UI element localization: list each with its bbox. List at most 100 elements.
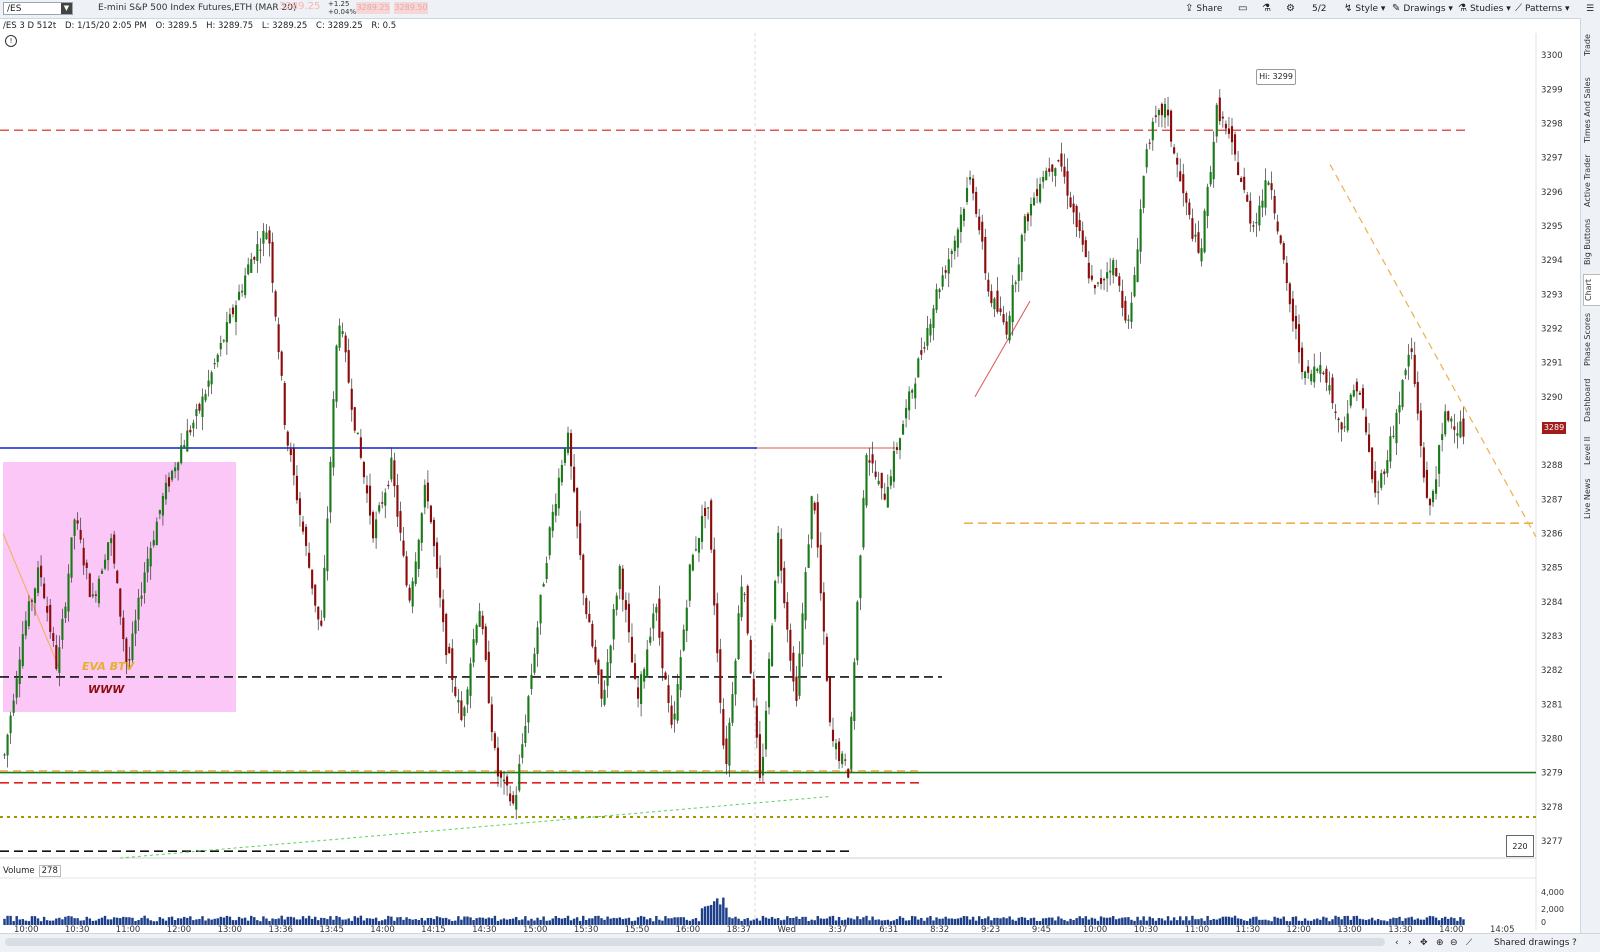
candle-body <box>426 482 429 502</box>
candle-body <box>1322 372 1325 374</box>
price-chart[interactable]: 3300 3299 3298 3297 3296 3295 3294 3293 3292 3291… <box>0 0 1580 933</box>
volume-bar <box>161 918 165 925</box>
volume-bar <box>1102 917 1106 925</box>
candle-body <box>920 350 923 355</box>
volume-bar <box>804 916 807 925</box>
candle-body <box>1188 202 1191 215</box>
volume-bar <box>776 917 780 925</box>
volume-bar <box>429 917 433 925</box>
candle-body <box>167 477 171 487</box>
scroll-right-icon[interactable]: › <box>1408 936 1412 950</box>
scroll-left-icon[interactable]: ‹ <box>1395 936 1399 950</box>
time-axis-label: 16:00 <box>676 925 701 933</box>
volume-bar <box>1108 917 1112 925</box>
volume-bar <box>338 917 341 925</box>
candle-body <box>1340 422 1343 430</box>
candle-body <box>1130 302 1133 322</box>
tab-times-and-sales[interactable]: Times And Sales <box>1583 74 1599 146</box>
price-tick-label: 3287 <box>1541 495 1563 505</box>
candle-body <box>204 393 207 401</box>
candle-body <box>783 567 786 604</box>
volume-bar <box>304 918 308 925</box>
volume-bar <box>615 918 618 925</box>
candle-body <box>774 580 777 620</box>
candle-body <box>247 264 250 275</box>
candle-body <box>938 289 941 293</box>
candle-body <box>213 362 216 365</box>
candle-body <box>18 659 21 684</box>
tab-chart[interactable]: Chart <box>1583 274 1600 306</box>
candle-body <box>490 704 493 733</box>
volume-bar <box>1376 919 1380 925</box>
volume-bar <box>755 918 759 925</box>
pan-icon[interactable]: ✥ <box>1420 936 1428 950</box>
time-axis-label: 11:00 <box>1185 925 1210 933</box>
candle-body <box>1124 300 1127 321</box>
volume-bar <box>639 915 643 925</box>
candle-body <box>518 763 521 791</box>
candle-body <box>752 678 755 701</box>
volume-bar <box>859 919 862 925</box>
candle-body <box>935 289 938 310</box>
volume-bar <box>39 921 43 925</box>
candle-body <box>30 600 34 602</box>
tab-active-trader[interactable]: Active Trader <box>1583 152 1599 210</box>
draw-line-icon[interactable]: ⟋ <box>1466 936 1472 950</box>
volume-bar <box>362 920 366 925</box>
price-tick-label: 3291 <box>1541 359 1563 369</box>
volume-bar <box>1352 916 1356 925</box>
tab-dashboard[interactable]: Dashboard <box>1583 374 1599 426</box>
candle-body <box>1084 240 1087 258</box>
volume-bar <box>131 917 134 925</box>
candle-body <box>1139 209 1142 252</box>
candle-body <box>375 519 378 539</box>
volume-bar <box>207 918 210 925</box>
volume-bar <box>298 919 302 925</box>
zoom-in-icon[interactable]: ⊕ <box>1436 936 1444 950</box>
volume-bar <box>435 916 439 925</box>
candle-body <box>134 620 137 634</box>
candle-body <box>828 677 832 723</box>
shared-drawings-button[interactable]: Shared drawings <box>1494 936 1569 950</box>
volume-bar <box>48 920 52 925</box>
horizontal-scrollbar[interactable] <box>5 938 1385 946</box>
candle-body <box>670 705 673 725</box>
volume-bar <box>655 915 658 925</box>
volume-bar <box>795 916 798 925</box>
volume-bar <box>292 917 296 925</box>
volume-bar <box>1142 916 1145 925</box>
volume-bar <box>94 920 98 925</box>
tab-phase-scores[interactable]: Phase Scores <box>1583 310 1599 368</box>
candle-body <box>1444 411 1447 435</box>
time-axis-label: 15:30 <box>574 925 599 933</box>
candle-body <box>563 449 567 463</box>
volume-bar <box>642 916 646 925</box>
candle-body <box>984 236 987 274</box>
candle-body <box>697 537 701 553</box>
candle-body <box>700 515 704 542</box>
candle-body <box>1057 160 1060 162</box>
tab-big-buttons[interactable]: Big Buttons <box>1583 216 1599 268</box>
candle-body <box>1434 479 1438 494</box>
candle-body <box>1367 434 1371 452</box>
candle-body <box>591 623 594 647</box>
volume-bar <box>813 920 816 925</box>
tab-trade[interactable]: Trade <box>1583 22 1599 68</box>
zoom-out-icon[interactable]: ⊖ <box>1450 936 1458 950</box>
help-icon[interactable]: ? <box>1572 936 1577 950</box>
volume-bar <box>1270 921 1273 925</box>
tab-live-news[interactable]: Live News <box>1583 476 1599 522</box>
volume-bar <box>259 921 262 925</box>
candle-body <box>868 460 871 463</box>
volume-bar <box>387 915 390 925</box>
menu-button[interactable]: ☰ <box>1586 1 1594 17</box>
candle-body <box>716 603 719 654</box>
volume-bar <box>898 916 902 925</box>
candle-body <box>277 324 280 353</box>
volume-bar <box>1060 918 1063 925</box>
candle-body <box>329 461 332 513</box>
tab-level-ii[interactable]: Level II <box>1583 432 1599 470</box>
volume-bar <box>1206 915 1209 925</box>
counter-box[interactable]: 220 <box>1506 835 1534 857</box>
volume-bar <box>761 915 765 925</box>
